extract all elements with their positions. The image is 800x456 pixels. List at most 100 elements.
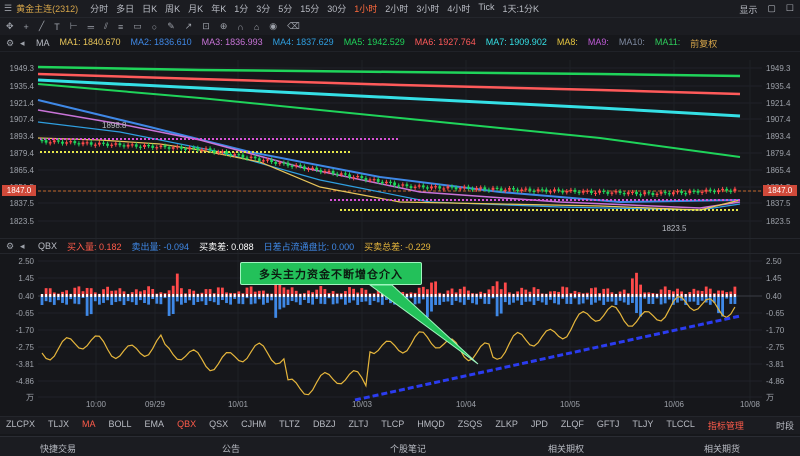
buy-bar: [434, 281, 437, 296]
timeframe-tab[interactable]: 日K: [142, 2, 157, 15]
indicator-label[interactable]: QBX: [38, 241, 57, 251]
instrument-title[interactable]: 黄金主连(2312): [16, 2, 78, 15]
timeframe-tab[interactable]: 4小时: [447, 2, 470, 15]
zoom-icon[interactable]: ⊕: [220, 21, 228, 32]
diff-bar: [610, 294, 613, 297]
candle-body: [175, 146, 179, 148]
window-icon[interactable]: ▢: [767, 3, 776, 16]
timeframe-tab[interactable]: 月K: [188, 2, 203, 15]
diff-bar: [213, 294, 216, 297]
trash-icon[interactable]: ⌫: [287, 21, 300, 32]
sell-bar: [143, 296, 146, 304]
timeframe-tab[interactable]: 15分: [300, 2, 319, 15]
sell-bar: [274, 296, 278, 318]
session-tab[interactable]: 时段: [776, 419, 794, 432]
timeframe-tab[interactable]: 30分: [327, 2, 346, 15]
diff-bar: [569, 294, 572, 297]
price-chart[interactable]: 1949.3 1949.3 1935.4 1935.4 1921.4 1921.4 1907…: [0, 52, 800, 408]
circle-icon[interactable]: ○: [152, 22, 157, 32]
gear-icon[interactable]: ⚙: [6, 38, 14, 49]
magnet-icon[interactable]: ∩: [237, 22, 243, 32]
indicator-tab[interactable]: 指标管理: [708, 419, 744, 432]
timeframe-tab[interactable]: 5分: [278, 2, 292, 15]
diff-bar: [574, 294, 576, 297]
timeframe-tab[interactable]: 1天:1分K: [503, 2, 540, 15]
indicator-tab[interactable]: QSX: [209, 419, 228, 432]
related-futures-tab[interactable]: 相关期货: [704, 442, 740, 455]
timeframe-tab[interactable]: 1小时: [354, 2, 377, 15]
collapse-icon[interactable]: ◂: [20, 38, 25, 49]
indicator-tab[interactable]: TLJX: [48, 419, 69, 432]
candle-body: [221, 151, 224, 153]
diff-bar: [459, 294, 462, 297]
diff-bar: [328, 294, 330, 297]
ruler-icon[interactable]: ⊢: [70, 21, 78, 32]
indicator-tab[interactable]: TLJY: [632, 419, 653, 432]
candle-body: [450, 186, 454, 188]
crosshair-icon[interactable]: +: [24, 22, 29, 32]
indicator-tab[interactable]: GFTJ: [597, 419, 620, 432]
indicator-tab[interactable]: TLCP: [381, 419, 404, 432]
timeframe-tab[interactable]: 分时: [90, 2, 108, 15]
fib-icon[interactable]: ≡: [118, 22, 123, 32]
diff-bar: [131, 294, 134, 297]
candle-body: [249, 156, 253, 158]
candle-body: [180, 146, 183, 149]
stock-notes-tab[interactable]: 个股笔记: [390, 442, 426, 455]
candle-body: [204, 148, 208, 150]
timeframe-tab[interactable]: 3小时: [416, 2, 439, 15]
layout-icon[interactable]: ☐: [786, 3, 794, 16]
indicator-tab[interactable]: HMQD: [417, 419, 445, 432]
channel-icon[interactable]: ⫽: [104, 21, 108, 32]
timeframe-tab[interactable]: 1分: [234, 2, 248, 15]
indicator-tab[interactable]: DBZJ: [313, 419, 336, 432]
brush-icon[interactable]: ✎: [167, 21, 175, 32]
announcement-tab[interactable]: 公告: [222, 442, 240, 455]
indicator-tab[interactable]: ZLTJ: [348, 419, 368, 432]
candle-body: [606, 191, 610, 194]
diff-bar: [422, 294, 425, 297]
timeframe-tab[interactable]: Tick: [478, 2, 494, 15]
sell-bar: [590, 296, 593, 305]
timeframe-tab[interactable]: 年K: [211, 2, 226, 15]
indicator-tab[interactable]: BOLL: [109, 419, 132, 432]
display-menu[interactable]: 显示: [739, 3, 757, 16]
indicator-tab[interactable]: ZLCPX: [6, 419, 35, 432]
timeframe-tab[interactable]: 3分: [256, 2, 270, 15]
diff-bar: [442, 294, 445, 297]
rect-icon[interactable]: ▭: [133, 21, 142, 32]
indicator-tab[interactable]: CJHM: [241, 419, 266, 432]
candle-body: [508, 188, 511, 190]
collapse-icon[interactable]: ◂: [20, 241, 25, 252]
indicator-tab[interactable]: ZSQS: [458, 419, 483, 432]
indicator-tab[interactable]: TLCCL: [666, 419, 695, 432]
diff-bar: [590, 294, 593, 297]
candle-body: [331, 170, 335, 174]
diff-bar: [463, 294, 466, 297]
ma-label[interactable]: MA: [36, 38, 50, 48]
candle-body: [171, 147, 175, 149]
related-options-tab[interactable]: 相关期权: [548, 442, 584, 455]
gear-icon[interactable]: ⚙: [6, 241, 14, 252]
text-icon[interactable]: T: [54, 22, 60, 32]
eye-icon[interactable]: ◉: [269, 21, 277, 32]
indicator-tab[interactable]: EMA: [145, 419, 165, 432]
timeframe-tab[interactable]: 多日: [116, 2, 134, 15]
trendline-icon[interactable]: ╱: [39, 21, 44, 32]
indicator-tab[interactable]: QBX: [177, 419, 196, 432]
measure-icon[interactable]: ⊡: [202, 21, 210, 32]
timeframe-tab[interactable]: 2小时: [385, 2, 408, 15]
indicator-tab[interactable]: ZLKP: [495, 419, 518, 432]
timeframe-tab[interactable]: 周K: [165, 2, 180, 15]
indicator-tab[interactable]: ZLQF: [561, 419, 584, 432]
lock-icon[interactable]: ⌂: [254, 22, 259, 32]
move-icon[interactable]: ✥: [6, 21, 14, 32]
arrow-icon[interactable]: ↗: [185, 21, 193, 32]
ind-tick-left: -3.81: [16, 360, 35, 369]
hline-icon[interactable]: ═: [88, 22, 94, 32]
menu-icon[interactable]: ☰: [4, 3, 12, 14]
indicator-tab[interactable]: JPD: [531, 419, 548, 432]
quick-trade-tab[interactable]: 快捷交易: [40, 442, 76, 455]
indicator-tab[interactable]: MA: [82, 419, 96, 432]
indicator-tab[interactable]: TLTZ: [279, 419, 300, 432]
